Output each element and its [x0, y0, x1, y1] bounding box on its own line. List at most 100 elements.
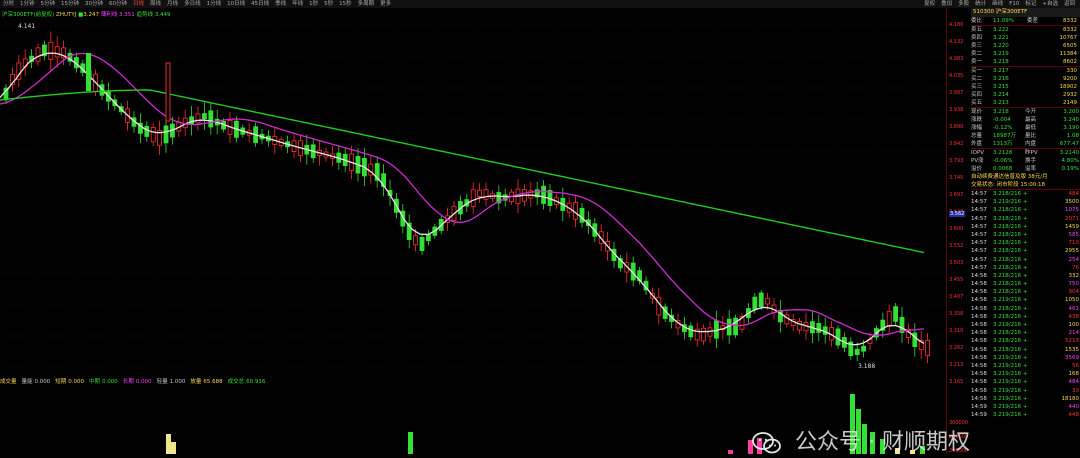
- tick-row[interactable]: 14:58 3.219/216 + 18180: [971, 395, 1080, 403]
- sells-row[interactable]: 卖三 3.220 6505: [971, 42, 1080, 50]
- tick-row[interactable]: 14:58 3.218/216 + 438: [971, 313, 1080, 321]
- toolbar-btn-1[interactable]: 叠加: [938, 0, 955, 8]
- tab-16[interactable]: 5秒: [321, 0, 336, 8]
- sells-row[interactable]: 卖一 3.218 8602: [971, 58, 1080, 66]
- tick-row[interactable]: 14:58 3.218/216 + 750: [971, 280, 1080, 288]
- tab-3[interactable]: 15分钟: [58, 0, 82, 8]
- buys-volume: 2149: [1063, 100, 1077, 106]
- candle-body: [899, 316, 905, 333]
- sells-volume: 11384: [1059, 51, 1078, 57]
- tick-volume: 56: [1072, 362, 1079, 369]
- stats-cell: 1.08: [1066, 133, 1079, 139]
- tick-row[interactable]: 14:58 3.219/216 + 484: [971, 378, 1080, 386]
- candle-body: [854, 348, 860, 356]
- tick-row[interactable]: 14:58 3.218/216 + 461: [971, 305, 1080, 313]
- tick-row[interactable]: 14:57 3.218/216 + 2071: [971, 215, 1080, 223]
- tick-price: 3.218/216 +: [993, 338, 1028, 345]
- sells-row[interactable]: 卖五 3.222 8332: [971, 26, 1080, 34]
- tab-5[interactable]: 60分钟: [106, 0, 130, 8]
- axis-tick: 3.745: [949, 175, 964, 181]
- stats-cell: -0.12%: [993, 125, 1013, 131]
- toolbar-btn-4[interactable]: 画线: [989, 0, 1006, 8]
- tick-row[interactable]: 14:59 3.219/216 + 448: [971, 411, 1080, 419]
- candle-body: [195, 113, 201, 124]
- sells-level: 卖五: [971, 27, 983, 33]
- tab-15[interactable]: 1秒: [306, 0, 321, 8]
- buy-book: 买一 3.217 330 买二 3.216 9200 买三 3.215 18902 买四 3.214…: [971, 67, 1080, 107]
- candle-body: [758, 292, 764, 308]
- buys-row[interactable]: 买四 3.214 2932: [971, 91, 1080, 99]
- toolbar-btn-6[interactable]: 标记: [1022, 0, 1039, 8]
- tick-list[interactable]: 14:57 3.218/216 +484 14:57 3.219/216 +3500 1…: [971, 190, 1080, 419]
- tab-10[interactable]: 1分线: [204, 0, 225, 8]
- tick-price: 3.218/216 +: [993, 289, 1028, 296]
- tab-9[interactable]: 多日线: [181, 0, 204, 8]
- sells-row[interactable]: 卖二 3.219 11384: [971, 50, 1080, 58]
- candle-body: [54, 46, 60, 58]
- toolbar-btn-8[interactable]: 返回: [1061, 0, 1078, 8]
- tick-row[interactable]: 14:57 3.218/216 + 1459: [971, 223, 1080, 231]
- tab-19[interactable]: 更多: [377, 0, 394, 8]
- kline-chart[interactable]: 4.141 3.188: [0, 8, 946, 378]
- tick-price: 3.219/216 +: [993, 322, 1028, 328]
- tick-row[interactable]: 14:58 3.218/216 + 5213: [971, 337, 1080, 345]
- tick-row[interactable]: 14:58 3.219/216 + 1050: [971, 296, 1080, 304]
- tab-4[interactable]: 30分钟: [82, 0, 106, 8]
- toolbar-btn-2[interactable]: 多股: [955, 0, 972, 8]
- tick-row[interactable]: 14:57 3.218/216 + 76: [971, 264, 1080, 272]
- tick-row[interactable]: 14:58 3.219/216 + 3569: [971, 354, 1080, 362]
- toolbar-btn-3[interactable]: 统计: [972, 0, 989, 8]
- toolbar-btn-7[interactable]: +自选: [1039, 0, 1061, 8]
- tab-13[interactable]: 季线: [272, 0, 289, 8]
- buys-row[interactable]: 买二 3.216 9200: [971, 75, 1080, 83]
- kline-canvas[interactable]: 4.141 3.188: [0, 8, 946, 378]
- ma-long-line: [0, 89, 925, 254]
- tick-row[interactable]: 14:58 3.218/216 + 1535: [971, 346, 1080, 354]
- tab-6[interactable]: 日线: [130, 0, 147, 8]
- tick-row[interactable]: 14:57 3.218/216 + 484: [971, 190, 1080, 198]
- tick-volume: 1050: [1065, 297, 1079, 304]
- tab-1[interactable]: 1分钟: [17, 0, 38, 8]
- sells-price: 3.222: [993, 27, 1009, 33]
- stats-cell: 最低: [1025, 125, 1037, 131]
- tick-row[interactable]: 14:58 3.218/216 + 332: [971, 272, 1080, 280]
- tick-row[interactable]: 14:58 3.219/216 + 33: [971, 387, 1080, 395]
- stats-cell: 现价: [971, 109, 983, 115]
- tick-row[interactable]: 14:58 3.219/216 + 168: [971, 370, 1080, 378]
- tab-17[interactable]: 15秒: [336, 0, 355, 8]
- tick-row[interactable]: 14:57 3.218/216 + 710: [971, 239, 1080, 247]
- sells-row[interactable]: 卖四 3.221 10767: [971, 34, 1080, 42]
- tick-row[interactable]: 14:59 3.219/216 + 440: [971, 403, 1080, 411]
- buys-row[interactable]: 买五 3.213 2149: [971, 99, 1080, 107]
- tab-14[interactable]: 年线: [289, 0, 306, 8]
- tab-18[interactable]: 多周期: [355, 0, 378, 8]
- tick-row[interactable]: 14:57 3.219/216 + 3500: [971, 198, 1080, 206]
- candle-body: [48, 41, 54, 60]
- tick-row[interactable]: 14:58 3.218/216 + 904: [971, 288, 1080, 296]
- candle-body: [752, 296, 758, 310]
- tab-11[interactable]: 10日线: [224, 0, 248, 8]
- tick-row[interactable]: 14:58 3.219/216 + 56: [971, 362, 1080, 370]
- tab-7[interactable]: 周线: [147, 0, 164, 8]
- tick-row[interactable]: 14:57 3.218/216 + 2955: [971, 247, 1080, 255]
- volume-bar: [171, 442, 176, 454]
- tick-row[interactable]: 14:57 3.218/216 + 585: [971, 231, 1080, 239]
- buys-row[interactable]: 买三 3.215 18902: [971, 83, 1080, 91]
- tick-price: 3.218/216 +: [993, 305, 1028, 312]
- toolbar-btn-5[interactable]: F10: [1006, 0, 1022, 8]
- tick-row[interactable]: 14:58 3.219/216 + 100: [971, 321, 1080, 329]
- tab-8[interactable]: 月线: [164, 0, 181, 8]
- tick-row[interactable]: 14:58 3.218/216 + 214: [971, 329, 1080, 337]
- tab-2[interactable]: 5分钟: [38, 0, 59, 8]
- webi-label: 委比: [971, 18, 983, 24]
- toolbar-btn-0[interactable]: 复权: [921, 0, 938, 8]
- candle-body: [208, 110, 214, 128]
- stats-cell: 3.200: [1063, 109, 1079, 115]
- tick-row[interactable]: 14:57 3.218/216 + 254: [971, 256, 1080, 264]
- tab-12[interactable]: 45日线: [248, 0, 272, 8]
- tick-time: 14:58: [971, 354, 987, 361]
- tick-row[interactable]: 14:57 3.218/216 + 1075: [971, 206, 1080, 214]
- tab-0[interactable]: 分时: [0, 0, 17, 8]
- notice-subscription[interactable]: 自动续费通达信普及版 38元/月: [971, 173, 1048, 181]
- buys-row[interactable]: 买一 3.217 330: [971, 67, 1080, 75]
